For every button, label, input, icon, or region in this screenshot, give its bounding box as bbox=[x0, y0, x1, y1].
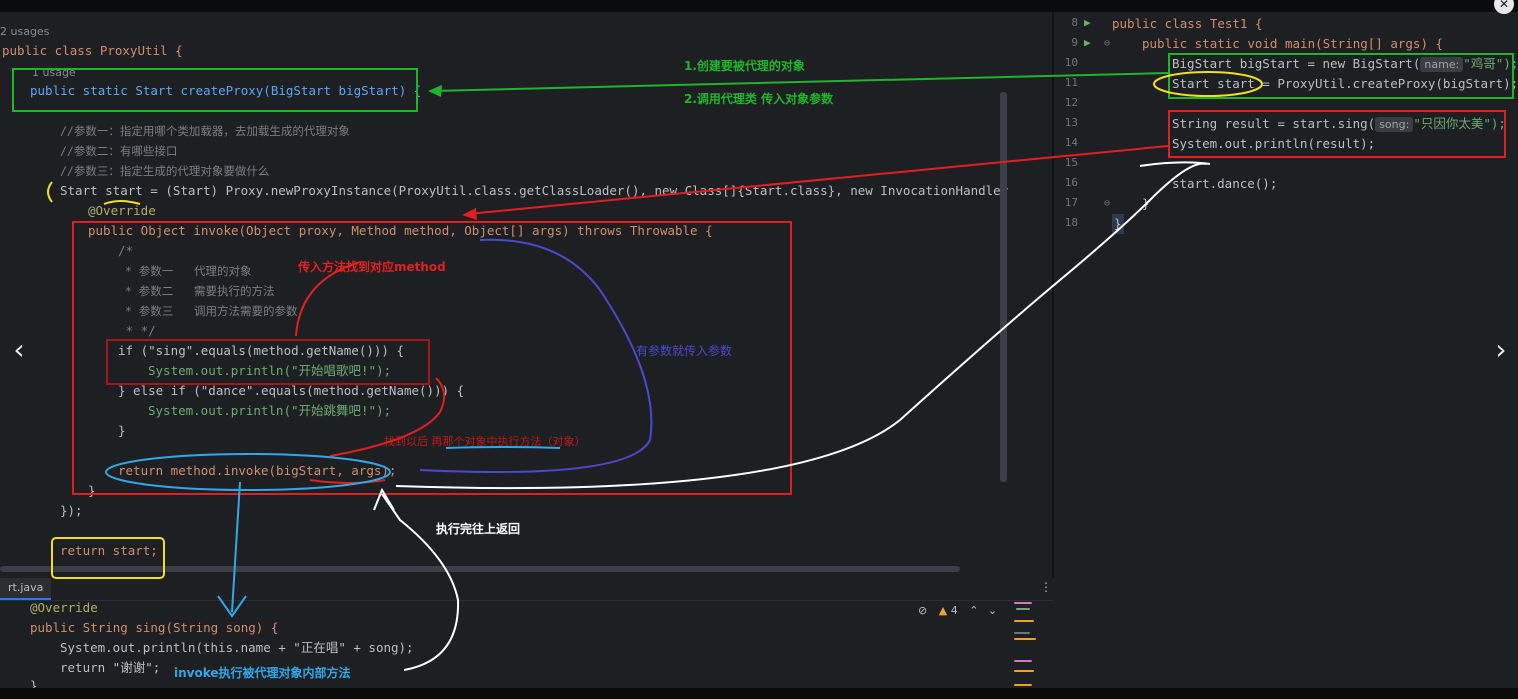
usages-hint[interactable]: 2 usages bbox=[0, 22, 49, 42]
chevron-up-icon[interactable]: ⌃ bbox=[969, 604, 978, 617]
line-number: 14 bbox=[1064, 136, 1078, 149]
class-line: public class ProxyUtil { bbox=[2, 43, 183, 58]
close-class-brace: } bbox=[1112, 214, 1124, 234]
step2-note: 2.调用代理类 传入对象参数 bbox=[684, 92, 834, 106]
return-start-line: return start; bbox=[60, 543, 158, 558]
return-up-note: 执行完往上返回 bbox=[436, 522, 521, 536]
vertical-scrollbar[interactable] bbox=[1000, 92, 1007, 482]
line-number: 16 bbox=[1064, 176, 1078, 189]
editor-minimap[interactable] bbox=[1012, 600, 1038, 688]
sing-close: } bbox=[30, 678, 38, 688]
sing-call-box bbox=[1168, 110, 1506, 158]
sing-override: @Override bbox=[30, 600, 98, 615]
line-number: 10 bbox=[1064, 56, 1078, 69]
tab-start-java[interactable]: rt.java bbox=[0, 578, 52, 600]
close-main-brace: } bbox=[1142, 196, 1150, 211]
line-number: 8 bbox=[1071, 16, 1078, 29]
fold-icon[interactable]: ⊖ bbox=[1104, 38, 1110, 49]
pass-args-note: 有参数就传入参数 bbox=[636, 344, 733, 358]
top-bar bbox=[0, 0, 1518, 12]
invoke-exec-note: invoke执行被代理对象内部方法 bbox=[174, 666, 351, 680]
test1-class-line: public class Test1 { bbox=[1112, 16, 1263, 31]
run-main-icon[interactable]: ▶ bbox=[1084, 36, 1091, 49]
run-class-icon[interactable]: ▶ bbox=[1084, 16, 1091, 29]
line-number: 13 bbox=[1064, 116, 1078, 129]
line-number: 9 bbox=[1071, 36, 1078, 49]
new-proxy-line: Start start = (Start) Proxy.newProxyInst… bbox=[60, 183, 1010, 198]
horizontal-scrollbar[interactable] bbox=[0, 566, 960, 572]
inspection-toolbar[interactable]: ⊘ ▲ 4 ⌃ ⌄ bbox=[918, 604, 997, 617]
sing-return: return "谢谢"; bbox=[60, 660, 161, 675]
comment-3: //参数三：指定生成的代理对象要做什么 bbox=[60, 164, 270, 178]
main-method-line: public static void main(String[] args) { bbox=[1142, 36, 1444, 51]
bottom-bar bbox=[0, 688, 1518, 699]
editor-tab-strip bbox=[0, 578, 1054, 601]
previous-image-icon[interactable]: ‹ bbox=[4, 335, 34, 365]
comment-2: //参数二：有哪些接口 bbox=[60, 144, 178, 158]
find-method-note: 传入方法找到对应method bbox=[298, 260, 446, 274]
dance-call-line: start.dance(); bbox=[1172, 176, 1278, 191]
sing-println: System.out.println(this.name + "正在唱" + s… bbox=[60, 640, 414, 655]
next-image-icon[interactable]: › bbox=[1486, 335, 1516, 365]
line-number: 18 bbox=[1064, 216, 1078, 229]
line-number: 12 bbox=[1064, 96, 1078, 109]
more-options-icon[interactable]: ⋮ bbox=[1040, 580, 1052, 594]
find-exec-note: 找到以后 再那个对象中执行方法（对象） bbox=[384, 435, 586, 448]
sing-signature: public String sing(String song) { bbox=[30, 620, 279, 635]
step1-note: 1.创建要被代理的对象 bbox=[684, 59, 805, 73]
fold-icon[interactable]: ⊖ bbox=[1104, 198, 1110, 209]
if-sing-box bbox=[106, 339, 430, 385]
close-paren-line: }); bbox=[60, 503, 83, 518]
eye-off-icon[interactable]: ⊘ bbox=[918, 604, 927, 617]
warning-icon[interactable]: ▲ bbox=[939, 604, 947, 617]
override-annotation: @Override bbox=[88, 203, 156, 218]
warning-count[interactable]: 4 bbox=[951, 604, 958, 617]
line-number: 15 bbox=[1064, 156, 1078, 169]
line-number: 11 bbox=[1064, 76, 1078, 89]
line-number: 17 bbox=[1064, 196, 1078, 209]
class-declaration: public class ProxyUtil { bbox=[2, 41, 183, 61]
create-proxy-box bbox=[12, 68, 418, 112]
create-object-box bbox=[1168, 53, 1514, 99]
chevron-down-icon[interactable]: ⌄ bbox=[988, 604, 997, 617]
comment-1: //参数一：指定用哪个类加载器，去加载生成的代理对象 bbox=[60, 124, 350, 138]
